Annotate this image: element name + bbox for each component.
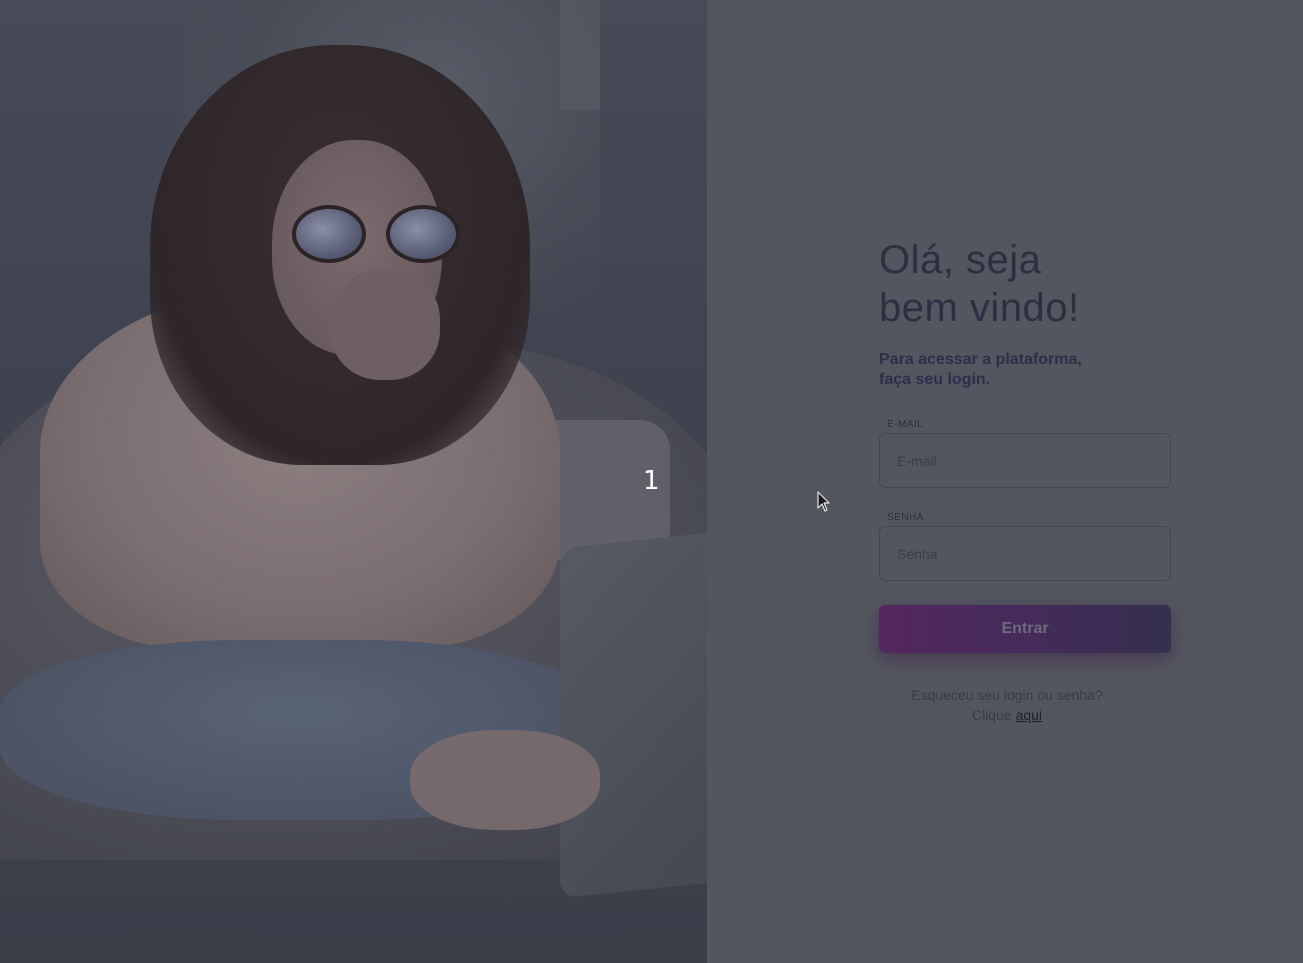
laptop xyxy=(560,531,707,899)
page-title: Olá, seja bem vindo! xyxy=(879,236,1171,332)
login-page: 1 Olá, seja bem vindo! Para acessar a pl… xyxy=(0,0,1303,963)
subtitle-line-1: Para acessar a plataforma, xyxy=(879,351,1082,368)
login-button[interactable]: Entrar xyxy=(879,605,1171,653)
curtain xyxy=(560,0,600,110)
login-subtitle: Para acessar a plataforma, faça seu logi… xyxy=(879,350,1119,390)
forgot-text: Esqueceu seu login ou senha? xyxy=(911,687,1103,703)
glasses xyxy=(268,205,460,265)
mouse-pointer-icon xyxy=(817,491,830,512)
email-label: E-MAIL xyxy=(887,419,924,430)
forgot-credentials: Esqueceu seu login ou senha? Clique aqui xyxy=(879,685,1135,725)
password-field[interactable] xyxy=(879,526,1171,581)
glasses-lens-right xyxy=(386,205,460,263)
greeting-line-2: bem vindo! xyxy=(879,286,1080,330)
forgot-click-prefix: Clique xyxy=(971,707,1012,723)
greeting-line-1: Olá, seja xyxy=(879,238,1042,282)
woman-hand xyxy=(330,270,440,380)
password-label: SENHA xyxy=(887,512,924,523)
subtitle-line-2: faça seu login. xyxy=(879,371,991,388)
glasses-lens-left xyxy=(292,205,366,263)
login-form: Olá, seja bem vindo! Para acessar a plat… xyxy=(879,236,1171,725)
forgot-link[interactable]: aqui xyxy=(1016,707,1042,723)
typing-hand xyxy=(410,730,600,830)
slide-indicator: 1 xyxy=(643,466,660,496)
hero-photo-panel: 1 xyxy=(0,0,707,963)
email-field[interactable] xyxy=(879,433,1171,488)
